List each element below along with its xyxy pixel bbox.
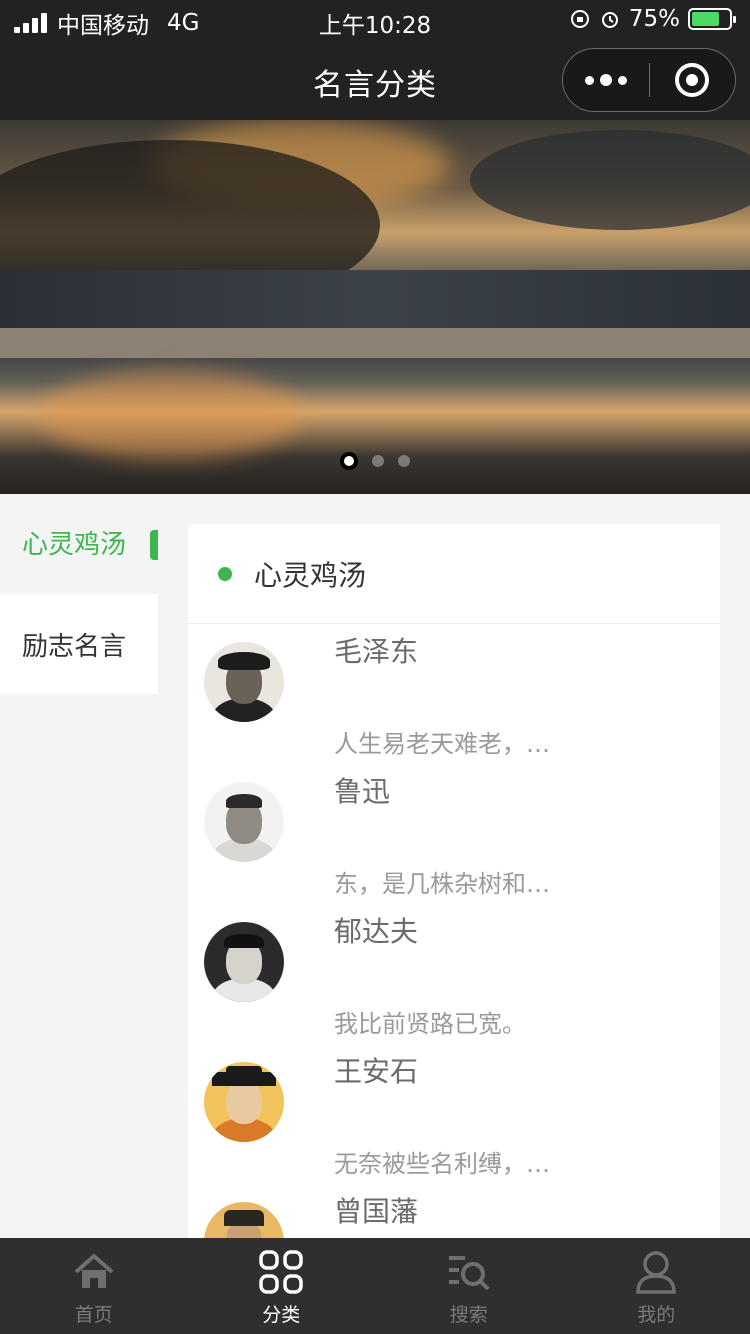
quote-preview: 我比前贤路已宽。 [334,1010,526,1038]
sidebar-item-label: 心灵鸡汤 [22,530,127,560]
tab-label: 搜索 [449,1304,488,1326]
list-item[interactable]: 郁达夫 我比前贤路已宽。 [188,904,720,1044]
top-bar: 中国移动 4G 上午10:28 75% 名言分类 [0,0,750,120]
capsule-divider [649,63,650,97]
category-dot-icon [218,566,232,581]
list-item[interactable]: 王安石 无奈被些名利缚，… [188,1044,720,1184]
banner-carousel[interactable] [0,120,750,494]
avatar [204,642,284,722]
carousel-indicators [0,452,750,470]
avatar [204,1202,284,1238]
panel-title: 心灵鸡汤 [254,558,367,592]
avatar [204,782,284,862]
quote-panel: 心灵鸡汤 毛泽东 人生易老天难老，… 鲁迅 东，是几株杂树和… 郁达夫 我比前贤… [188,524,720,1238]
active-indicator [150,530,158,560]
category-sidebar: 心灵鸡汤 励志名言 [0,494,158,1238]
tab-search[interactable]: 搜索 [375,1238,563,1334]
status-right: 75% [569,6,736,32]
status-bar: 中国移动 4G 上午10:28 75% [0,0,750,42]
home-icon [74,1253,114,1288]
author-name: 毛泽东 [334,635,419,668]
avatar [204,922,284,1002]
tab-profile[interactable]: 我的 [563,1238,750,1334]
more-dot-icon [600,74,612,86]
tab-home[interactable]: 首页 [0,1238,188,1334]
more-button[interactable] [563,49,649,111]
quote-preview: 东，是几株杂树和… [334,870,550,898]
battery-icon [688,8,736,30]
carousel-dot[interactable] [340,452,358,470]
quote-preview: 无奈被些名利缚，… [334,1150,550,1178]
list-item[interactable]: 鲁迅 东，是几株杂树和… [188,764,720,904]
more-dot-icon [618,75,627,85]
carousel-dot[interactable] [372,455,384,467]
banner-reflection [40,370,300,460]
sidebar-item-xinling-jitang[interactable]: 心灵鸡汤 [0,494,158,590]
banner-shore [0,328,750,358]
carousel-dot[interactable] [398,455,410,467]
sidebar-item-label: 励志名言 [22,631,127,662]
close-miniprogram-button[interactable] [675,63,709,97]
battery-percent: 75% [628,6,680,32]
tab-label: 首页 [74,1304,113,1326]
category-icon [259,1250,303,1294]
panel-header: 心灵鸡汤 [188,524,720,624]
list-item[interactable]: 曾国藩 [188,1184,720,1238]
author-name: 曾国藩 [334,1195,419,1228]
more-dot-icon [585,75,594,85]
author-name: 鲁迅 [334,775,391,808]
author-name: 王安石 [334,1055,419,1088]
tab-label: 我的 [637,1304,676,1326]
tab-label: 分类 [262,1304,301,1326]
rotation-lock-icon [570,10,589,28]
sidebar-item-lizhi-mingyan[interactable]: 励志名言 [0,594,158,694]
miniprogram-capsule [562,48,736,112]
banner-cloud [470,130,750,230]
list-item[interactable]: 毛泽东 人生易老天难老，… [188,624,720,764]
profile-icon [636,1251,677,1294]
tab-category[interactable]: 分类 [188,1238,376,1334]
author-name: 郁达夫 [334,915,419,948]
quote-preview: 人生易老天难老，… [334,730,550,758]
search-icon [448,1256,490,1291]
avatar [204,1062,284,1142]
alarm-icon [601,12,618,28]
tab-bar: 首页 分类 搜索 我的 [0,1238,750,1334]
